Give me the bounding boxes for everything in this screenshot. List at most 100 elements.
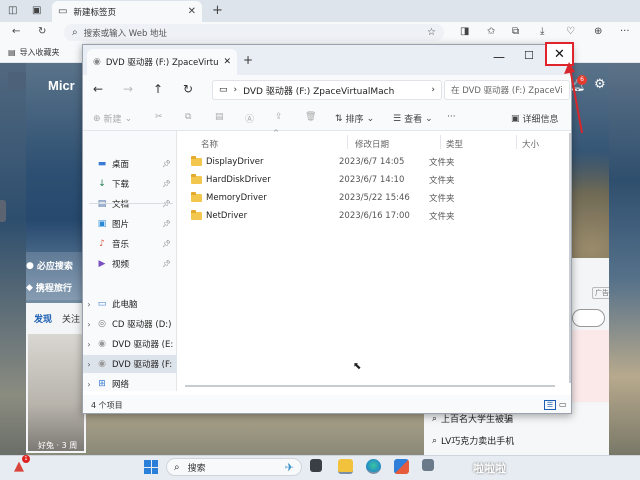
downloads-icon[interactable]: ⤓ [540,26,544,37]
edge-taskbar-icon[interactable] [366,459,381,474]
sidebar-item-dvd-drive-f[interactable]: › ◉ DVD 驱动器 (F: [83,355,177,373]
details-view-icon[interactable]: ☰ [544,400,556,410]
search-icon: ⌕ [174,461,180,473]
view-button[interactable]: ☰ 查看 ⌄ [393,112,433,126]
sidebar-item-network[interactable]: › ⊞ 网络 [83,375,177,393]
start-button[interactable] [144,460,158,474]
large-icons-view-icon[interactable]: ▭ [559,400,567,409]
sidebar-item-downloads[interactable]: ↓ 下载 📌︎ [83,175,177,193]
sidebar-item-documents[interactable]: ▤ 文档 📌︎ [83,195,177,213]
folder-icon [191,191,202,202]
ad-image[interactable] [571,330,609,402]
store-taskbar-icon[interactable] [394,459,409,474]
file-explorer-window: ◉ DVD 驱动器 (F:) ZpaceVirtualMachine ✕ + —… [82,42,574,414]
profile-icon[interactable]: ◫ [8,5,17,16]
workspaces-icon[interactable]: ▣ [32,5,41,16]
explorer-tab[interactable]: ◉ DVD 驱动器 (F:) ZpaceVirtualMachine ✕ [87,49,237,75]
column-header-type[interactable]: 类型 [446,138,463,150]
close-tab-icon[interactable]: ✕ [188,6,196,17]
dvd-drive-icon: ◉ [98,339,106,349]
sidebar-item-label: 图片 [112,220,130,230]
close-tab-icon[interactable]: ✕ [223,57,231,67]
browser-essentials-icon[interactable]: ♡ [566,26,575,37]
copy-icon[interactable]: ⧉ [185,112,191,122]
chevron-right-icon[interactable]: › [83,320,95,329]
sidebar-item-videos[interactable]: ▶ 视频 📌︎ [83,255,177,273]
file-row[interactable]: HardDiskDriver 2023/6/7 14:10 文件夹 [191,171,571,188]
bing-search-link[interactable]: ● 必应搜索 [26,259,73,273]
sidebar-item-music[interactable]: ♪ 音乐 📌︎ [83,235,177,253]
new-button[interactable]: ⊕ 新建 ⌄ [93,112,132,126]
address-bar[interactable]: ⌕ 搜索或输入 Web 地址 ☆ [64,24,444,41]
column-separator[interactable] [440,135,441,149]
apps-launcher[interactable] [8,72,26,90]
sidebar-item-this-pc[interactable]: › ▭ 此电脑 [83,295,177,313]
chevron-right-icon[interactable]: › [83,340,95,349]
feed-dropdown[interactable] [572,309,605,327]
tab-discover[interactable]: 发现 [34,312,52,325]
new-tab-icon[interactable]: + [212,3,223,18]
sidebar-handle[interactable] [0,200,6,222]
feed-image[interactable] [28,334,84,451]
split-screen-icon[interactable]: ◨ [460,26,469,37]
address-path[interactable]: ▭ › DVD 驱动器 (F:) ZpaceVirtualMach › [212,80,442,100]
file-type: 文件夹 [429,157,455,168]
back-icon[interactable]: ← [12,26,20,37]
delete-icon[interactable]: 🗑︎ [305,112,316,122]
favorites-icon[interactable]: ✩ [487,26,495,37]
horizontal-scrollbar[interactable] [185,385,555,387]
sort-button[interactable]: ⇅ 排序 ⌄ [335,112,374,126]
watermark: 啦啦啦 [473,462,506,475]
sidebar-item-label: DVD 驱动器 (E: [112,340,174,350]
file-row[interactable]: NetDriver 2023/6/16 17:00 文件夹 [191,207,571,224]
browser-tab-title: 新建标签页 [73,7,116,18]
video-icon: ▶ [98,259,106,269]
sidebar-item-cd-drive-d[interactable]: › ◎ CD 驱动器 (D:) [83,315,177,333]
browser-tab[interactable]: ▭ 新建标签页 ✕ [52,1,202,22]
sidebar-item-dvd-drive-e[interactable]: › ◉ DVD 驱动器 (E: [83,335,177,353]
extensions-icon[interactable]: ⊕ [594,26,602,37]
ctrip-link[interactable]: ◆ 携程旅行 [26,281,72,295]
paste-icon[interactable]: ▤ [215,112,224,122]
vertical-scrollbar[interactable] [569,133,571,383]
sidebar-item-pictures[interactable]: ▣ 图片 📌︎ [83,215,177,233]
chevron-right-icon[interactable]: › [83,360,95,369]
news-item[interactable]: ⌕ LV巧克力卖出手机 [432,434,514,448]
sidebar-item-desktop[interactable]: ▬ 桌面 📌︎ [83,155,177,173]
up-icon[interactable]: ↑ [153,82,163,96]
address-placeholder: 搜索或输入 Web 地址 [83,28,168,39]
collections-icon[interactable]: ⧉ [512,26,519,37]
explorer-search-input[interactable]: 在 DVD 驱动器 (F:) ZpaceVirtualMachine 中搜索 [444,80,570,100]
column-header-name[interactable]: 名称 [201,138,218,150]
column-separator[interactable] [516,135,517,149]
refresh-icon[interactable]: ↻ [183,82,193,96]
column-separator[interactable] [347,135,348,149]
minimize-button[interactable]: — [493,50,505,64]
more-options-button[interactable]: ··· [447,112,456,122]
forward-icon[interactable]: → [123,82,133,96]
vm-taskbar-icon[interactable] [422,459,434,471]
new-tab-icon[interactable]: + [243,53,253,67]
column-header-date[interactable]: 修改日期 [355,138,389,150]
chevron-right-icon[interactable]: › [83,380,95,389]
import-favorites-link[interactable]: ▤ 导入收藏夹 [8,47,60,58]
more-menu-icon[interactable]: ··· [620,26,630,37]
task-view-icon[interactable] [310,459,322,472]
file-row[interactable]: DisplayDriver 2023/6/7 14:05 文件夹 [191,153,571,170]
file-row[interactable]: MemoryDriver 2023/5/22 15:46 文件夹 [191,189,571,206]
refresh-icon[interactable]: ↻ [38,26,46,37]
taskbar-search[interactable]: ⌕ 搜索 ✈ [166,458,302,476]
column-header-size[interactable]: 大小 [522,138,539,150]
back-icon[interactable]: ← [93,82,103,96]
file-type: 文件夹 [429,175,455,186]
chevron-right-icon[interactable]: › [431,85,435,95]
cut-icon[interactable]: ✂ [155,112,163,122]
details-pane-button[interactable]: ▣ 详细信息 [511,112,559,126]
tab-follow[interactable]: 关注 [62,312,80,325]
favorite-star-icon[interactable]: ☆ [427,27,436,38]
chevron-right-icon[interactable]: › [83,300,95,309]
maximize-button[interactable]: ☐ [524,49,534,62]
rename-icon[interactable]: Ⓐ [245,112,254,125]
file-explorer-taskbar-icon[interactable] [338,459,353,474]
share-icon[interactable]: ⇪ [275,112,283,122]
